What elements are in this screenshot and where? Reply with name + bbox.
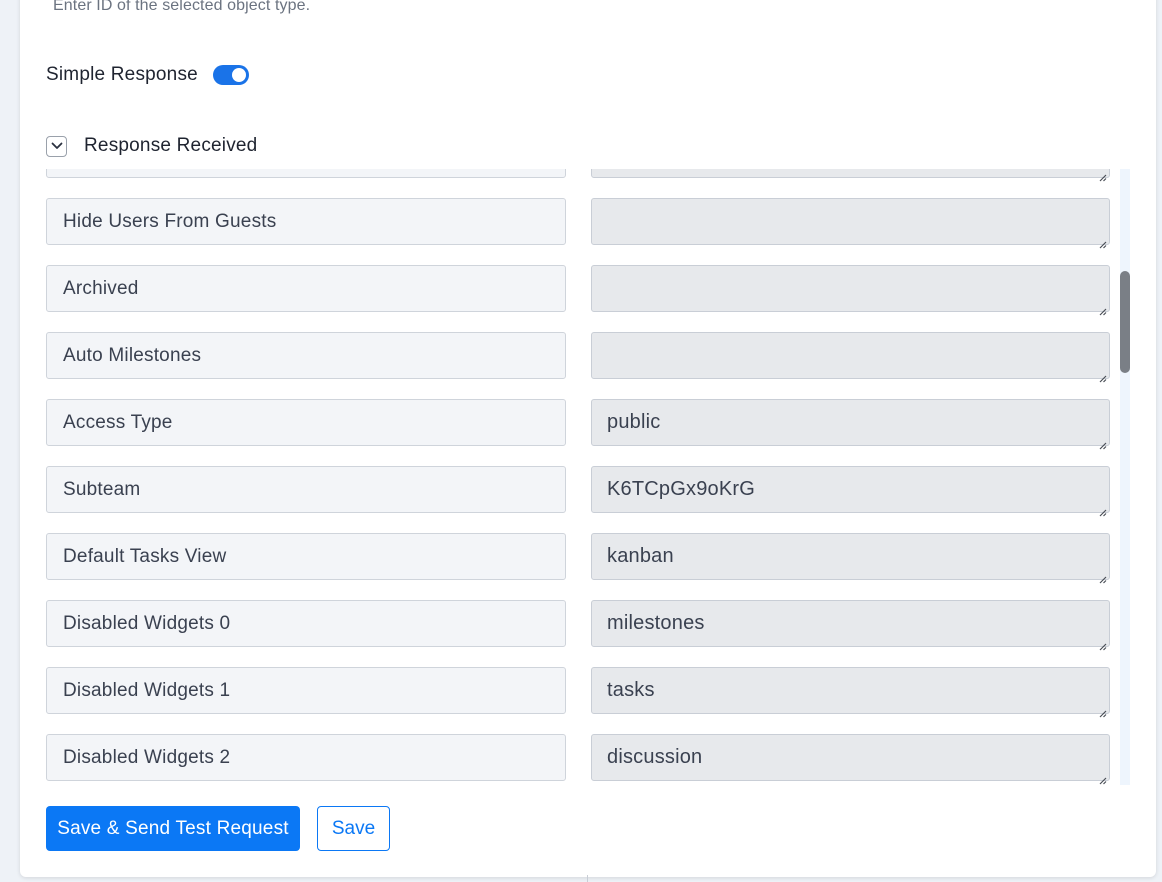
resize-grip-icon[interactable]: [1097, 567, 1107, 584]
response-value-text: public: [607, 411, 661, 433]
response-key-text: Hide Users From Guests: [63, 210, 277, 232]
response-row: Disabled Widgets 2 discussion: [46, 734, 1110, 785]
save-send-test-request-button[interactable]: Save & Send Test Request: [46, 806, 300, 851]
resize-grip-icon[interactable]: [1097, 768, 1107, 785]
response-row: Auto Milestones: [46, 332, 1110, 383]
response-value-field[interactable]: K6TCpGx9oKrG: [591, 466, 1110, 517]
response-row: Disabled Widgets 0 milestones: [46, 600, 1110, 651]
response-key-field[interactable]: Access Type: [46, 399, 566, 446]
background-divider: [587, 875, 588, 882]
scrollbar-thumb[interactable]: [1120, 271, 1130, 373]
response-value-text: tasks: [607, 679, 655, 701]
response-value-text: discussion: [607, 746, 703, 768]
response-key-text: Disabled Widgets 0: [63, 612, 231, 634]
response-key-field[interactable]: Disabled Widgets 2: [46, 734, 566, 781]
response-key-text: Subteam: [63, 478, 141, 500]
response-row: Access Type public: [46, 399, 1110, 450]
simple-response-row: Simple Response: [46, 64, 249, 86]
resize-grip-icon[interactable]: [1097, 433, 1107, 450]
resize-grip-icon[interactable]: [1097, 169, 1107, 182]
simple-response-label: Simple Response: [46, 64, 198, 85]
response-key-field[interactable]: Default Tasks View: [46, 533, 566, 580]
response-key-text: Access Type: [63, 411, 173, 433]
resize-grip-icon[interactable]: [1097, 701, 1107, 718]
response-value-text: kanban: [607, 545, 674, 567]
response-key-text: Disabled Widgets 1: [63, 679, 231, 701]
toggle-knob: [231, 68, 246, 82]
webhook-config-card: Enter ID of the selected object type. Si…: [20, 0, 1156, 877]
resize-grip-icon[interactable]: [1097, 500, 1107, 517]
resize-grip-icon[interactable]: [1097, 232, 1107, 249]
response-row: Hide Users From Guests: [46, 198, 1110, 249]
response-row: Default Tasks View kanban: [46, 533, 1110, 584]
response-value-field[interactable]: [591, 332, 1110, 383]
response-value-text: K6TCpGx9oKrG: [607, 478, 756, 500]
resize-grip-icon[interactable]: [1097, 634, 1107, 651]
object-id-helper-text: Enter ID of the selected object type.: [53, 0, 311, 14]
response-value-field[interactable]: [591, 169, 1110, 182]
response-key-text: Default Tasks View: [63, 545, 227, 567]
response-value-field[interactable]: milestones: [591, 600, 1110, 651]
response-value-field[interactable]: tasks: [591, 667, 1110, 718]
response-row: Subteam K6TCpGx9oKrG: [46, 466, 1110, 517]
response-key-field[interactable]: Subteam: [46, 466, 566, 513]
chevron-down-icon[interactable]: [46, 135, 67, 157]
response-row: Archived: [46, 265, 1110, 316]
resize-grip-icon[interactable]: [1097, 299, 1107, 316]
response-key-field[interactable]: Disabled Widgets 1: [46, 667, 566, 714]
response-value-field[interactable]: public: [591, 399, 1110, 450]
response-received-header[interactable]: Response Received: [46, 135, 257, 157]
response-key-text: Archived: [63, 277, 139, 299]
simple-response-toggle[interactable]: [212, 65, 249, 85]
response-received-title: Response Received: [84, 135, 258, 156]
scrollbar-track[interactable]: [1120, 169, 1130, 785]
response-row: Disabled Widgets 1 tasks: [46, 667, 1110, 718]
response-value-field[interactable]: [591, 198, 1110, 249]
response-key-text: Auto Milestones: [63, 344, 202, 366]
response-key-field[interactable]: Hide Users From Guests: [46, 198, 566, 245]
response-value-field[interactable]: kanban: [591, 533, 1110, 584]
response-key-field[interactable]: Demo: [46, 169, 566, 178]
response-fields-list[interactable]: Demo Hide Users From Guests Archived Auto M…: [20, 169, 1130, 785]
response-value-field[interactable]: discussion: [591, 734, 1110, 785]
resize-grip-icon[interactable]: [1097, 366, 1107, 383]
response-key-field[interactable]: Auto Milestones: [46, 332, 566, 379]
response-value-field[interactable]: [591, 265, 1110, 316]
response-row: Demo: [46, 169, 1110, 182]
response-key-field[interactable]: Archived: [46, 265, 566, 312]
response-value-text: milestones: [607, 612, 705, 634]
response-key-text: Disabled Widgets 2: [63, 746, 231, 768]
save-button[interactable]: Save: [317, 806, 390, 851]
response-key-field[interactable]: Disabled Widgets 0: [46, 600, 566, 647]
